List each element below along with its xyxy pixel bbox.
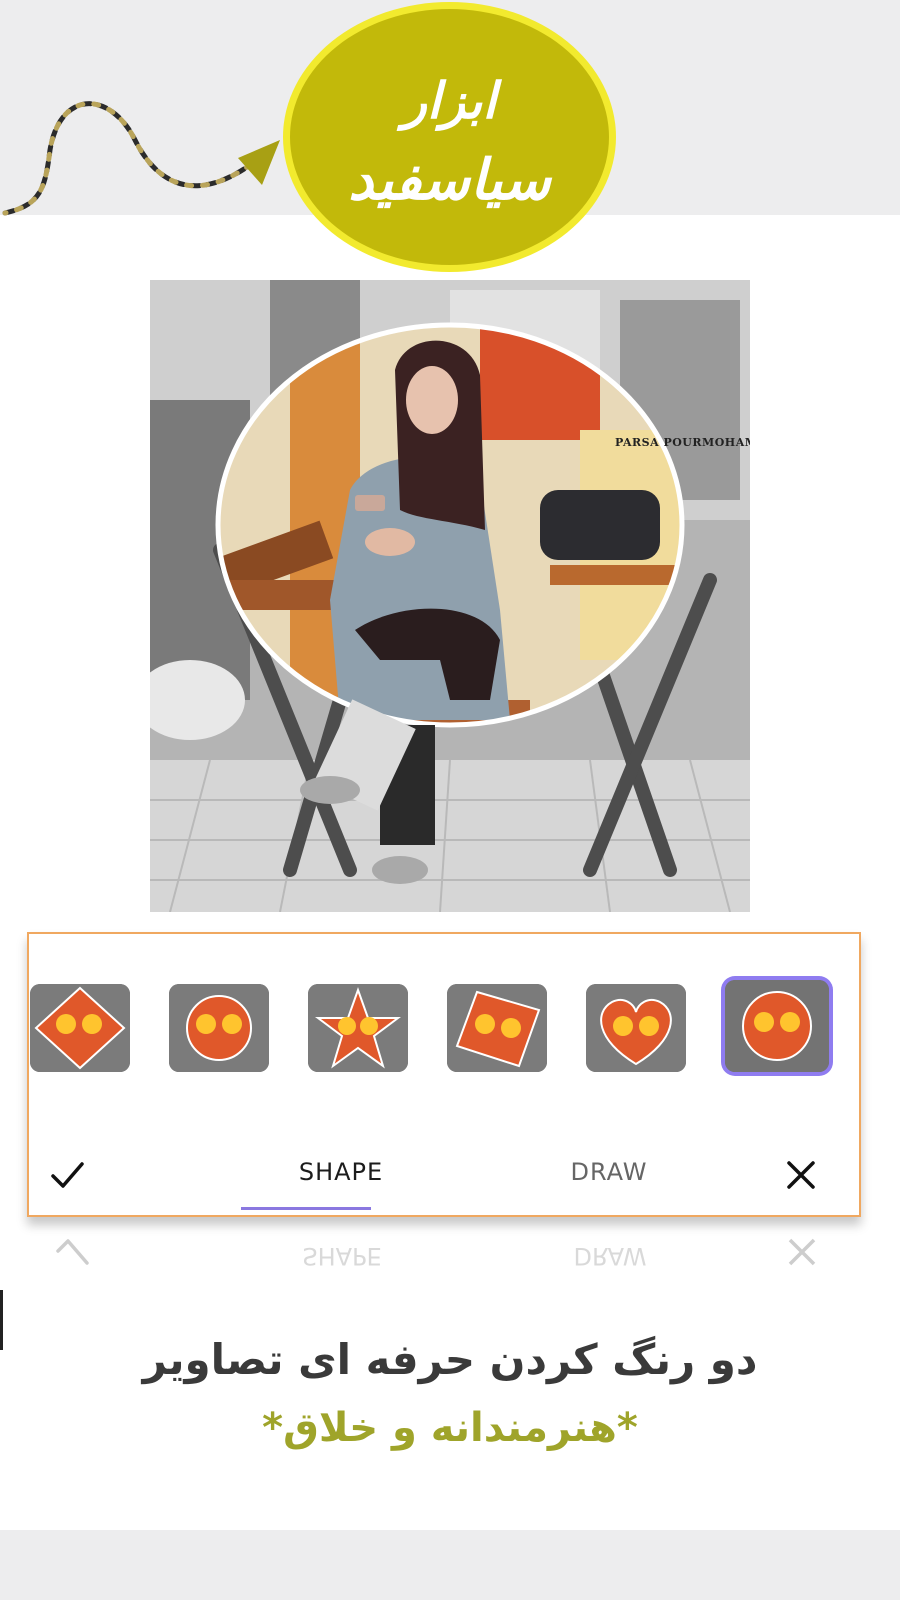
check-icon[interactable] bbox=[47, 1155, 87, 1195]
photo-preview: PARSA POURMOHAMMAD bbox=[150, 280, 750, 912]
shape-thumb-heart[interactable] bbox=[586, 984, 686, 1072]
dashed-arrow-icon bbox=[2, 101, 280, 216]
tab-draw[interactable]: DRAW bbox=[509, 1142, 709, 1202]
shape-tool-panel: SHAPE DRAW bbox=[27, 932, 861, 1217]
close-icon-reflection bbox=[788, 1238, 816, 1266]
badge-title-line1: ابزار bbox=[402, 71, 497, 130]
tab-bar-reflection: SHAPE DRAW bbox=[30, 1222, 860, 1282]
app-title-badge: ابزار سیاسفید bbox=[283, 2, 616, 272]
caption-line2: *هنرمندانه و خلاق* bbox=[262, 1405, 638, 1451]
shape-thumb-tilted-square[interactable] bbox=[447, 984, 547, 1072]
badge-title-line2: سیاسفید bbox=[348, 147, 551, 213]
shape-thumb-star[interactable] bbox=[308, 984, 408, 1072]
active-tab-indicator bbox=[241, 1207, 371, 1210]
shape-thumb-circle[interactable] bbox=[169, 984, 269, 1072]
close-icon[interactable] bbox=[781, 1155, 821, 1195]
caption-line1: دو رنگ کردن حرفه ای تصاویر bbox=[142, 1335, 758, 1384]
check-icon-reflection bbox=[56, 1239, 89, 1265]
tab-bar: SHAPE DRAW bbox=[29, 1142, 859, 1212]
shape-thumb-diamond[interactable] bbox=[30, 984, 130, 1072]
tab-shape[interactable]: SHAPE bbox=[241, 1142, 441, 1202]
shape-thumb-circle-selected[interactable] bbox=[725, 980, 829, 1072]
photo-watermark: PARSA POURMOHAMMAD bbox=[615, 436, 750, 449]
tab-draw-reflection: DRAW bbox=[573, 1242, 647, 1270]
tab-shape-reflection: SHAPE bbox=[302, 1242, 382, 1270]
bottom-band bbox=[0, 1530, 900, 1600]
photo-illustration bbox=[150, 280, 750, 912]
